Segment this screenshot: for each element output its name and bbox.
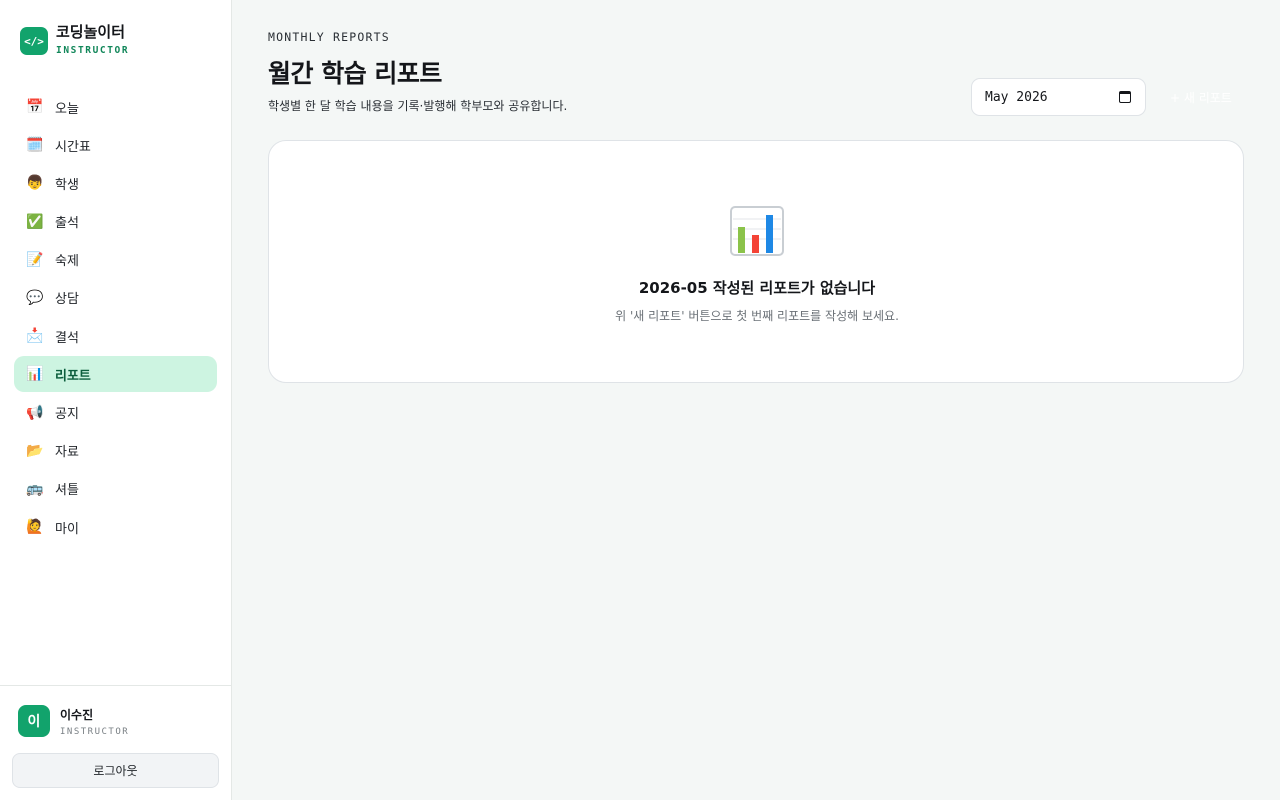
person-raising-hand-icon: 🙋 bbox=[26, 519, 44, 536]
check-mark-icon: ✅ bbox=[26, 213, 44, 230]
bar-chart-icon bbox=[730, 206, 784, 256]
sidebar-item-shuttle[interactable]: 🚌 셔틀 bbox=[14, 471, 217, 507]
spiral-calendar-icon: 🗓️ bbox=[26, 137, 44, 154]
user-name: 이수진 bbox=[60, 707, 94, 722]
sidebar-footer: 이 이수진 INSTRUCTOR 로그아웃 bbox=[0, 685, 231, 800]
sidebar-item-label: 마이 bbox=[55, 521, 79, 537]
brand-name: 코딩놀이터 bbox=[56, 23, 126, 41]
megaphone-icon: 📢 bbox=[26, 404, 44, 421]
sidebar-item-label: 숙제 bbox=[55, 254, 79, 270]
speech-bubble-icon: 💬 bbox=[26, 289, 44, 306]
brand-role: INSTRUCTOR bbox=[56, 45, 130, 56]
memo-icon: 📝 bbox=[26, 251, 44, 268]
sidebar-item-label: 결석 bbox=[55, 330, 79, 346]
logout-button[interactable]: 로그아웃 bbox=[12, 753, 219, 788]
user-role: INSTRUCTOR bbox=[60, 726, 130, 737]
empty-state-subtitle: 위 '새 리포트' 버튼으로 첫 번째 리포트를 작성해 보세요. bbox=[615, 309, 899, 323]
sidebar-item-label: 자료 bbox=[55, 445, 79, 461]
folder-icon: 📂 bbox=[26, 442, 44, 459]
sidebar-item-label: 상담 bbox=[55, 292, 79, 308]
sidebar-item-attendance[interactable]: ✅ 출석 bbox=[14, 204, 217, 240]
envelope-arrow-icon: 📩 bbox=[26, 328, 44, 345]
empty-state-card: 2026-05 작성된 리포트가 없습니다 위 '새 리포트' 버튼으로 첫 번… bbox=[268, 140, 1244, 383]
month-picker[interactable]: May 2026 bbox=[971, 78, 1146, 116]
page-eyebrow: MONTHLY REPORTS bbox=[268, 30, 390, 44]
sidebar-item-absence[interactable]: 📩 결석 bbox=[14, 318, 217, 354]
sidebar-item-today[interactable]: 📅 오늘 bbox=[14, 89, 217, 125]
month-picker-value: May 2026 bbox=[985, 89, 1048, 105]
calendar-icon[interactable] bbox=[1119, 91, 1131, 103]
sidebar-item-my[interactable]: 🙋 마이 bbox=[14, 509, 217, 545]
page-title: 월간 학습 리포트 bbox=[268, 59, 442, 88]
sidebar-item-label: 출석 bbox=[55, 216, 79, 232]
new-report-button[interactable]: + 새 리포트 bbox=[1158, 84, 1244, 110]
sidebar-item-homework[interactable]: 📝 숙제 bbox=[14, 242, 217, 278]
sidebar-item-students[interactable]: 👦 학생 bbox=[14, 165, 217, 201]
sidebar-item-label: 학생 bbox=[55, 177, 79, 193]
sidebar-item-counseling[interactable]: 💬 상담 bbox=[14, 280, 217, 316]
sidebar: </> 코딩놀이터 INSTRUCTOR 📅 오늘 🗓️ 시간표 👦 학생 ✅ … bbox=[0, 0, 232, 800]
sidebar-item-label: 셔틀 bbox=[55, 483, 79, 499]
sidebar-item-label: 시간표 bbox=[55, 139, 91, 155]
user-profile[interactable]: 이 이수진 INSTRUCTOR bbox=[18, 705, 129, 737]
bus-icon: 🚌 bbox=[26, 480, 44, 497]
sidebar-item-materials[interactable]: 📂 자료 bbox=[14, 433, 217, 469]
empty-state-title: 2026-05 작성된 리포트가 없습니다 bbox=[638, 279, 876, 297]
sidebar-nav: 📅 오늘 🗓️ 시간표 👦 학생 ✅ 출석 📝 숙제 💬 상담 📩 결석 📊 리… bbox=[14, 89, 217, 547]
bar-chart-icon: 📊 bbox=[26, 366, 44, 383]
sidebar-item-reports[interactable]: 📊 리포트 bbox=[14, 356, 217, 393]
page-subtitle: 학생별 한 달 학습 내용을 기록·발행해 학부모와 공유합니다. bbox=[268, 99, 568, 113]
sidebar-item-notices[interactable]: 📢 공지 bbox=[14, 395, 217, 431]
main-content: MONTHLY REPORTS 월간 학습 리포트 학생별 한 달 학습 내용을… bbox=[232, 0, 1280, 800]
sidebar-item-timetable[interactable]: 🗓️ 시간표 bbox=[14, 127, 217, 163]
sidebar-item-label: 공지 bbox=[55, 407, 79, 422]
avatar: 이 bbox=[18, 705, 50, 737]
brand[interactable]: </> 코딩놀이터 INSTRUCTOR bbox=[20, 22, 129, 56]
sidebar-item-label: 리포트 bbox=[55, 368, 91, 384]
code-brackets-icon: </> bbox=[20, 27, 48, 55]
boy-icon: 👦 bbox=[26, 175, 44, 192]
calendar-icon: 📅 bbox=[26, 99, 44, 115]
sidebar-item-label: 오늘 bbox=[55, 101, 79, 117]
